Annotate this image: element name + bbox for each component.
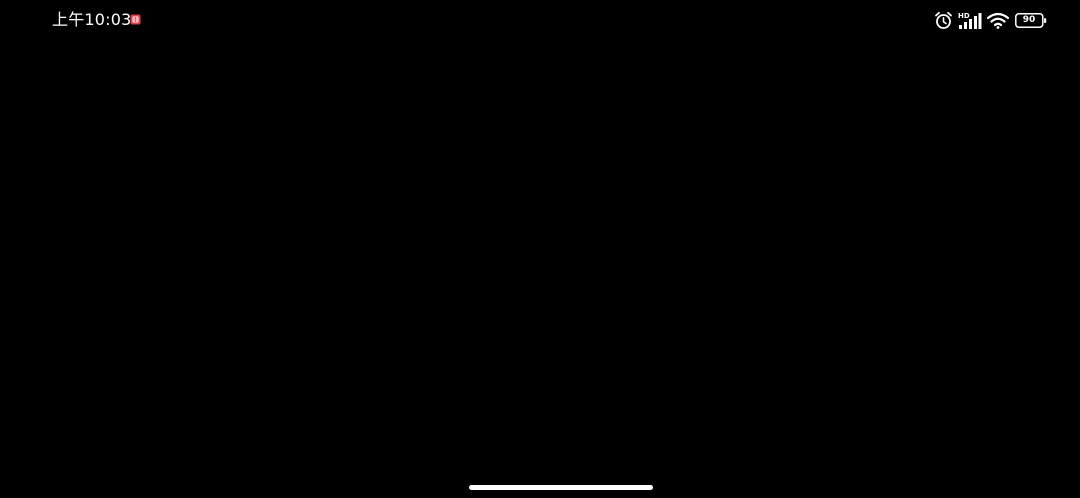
notification-app-icon: [130, 14, 141, 25]
wifi-icon: [987, 12, 1009, 29]
hd-signal-icon: HD: [958, 12, 982, 29]
home-indicator-bar[interactable]: [469, 485, 653, 490]
blank-content-area: [0, 40, 1080, 470]
status-time: 上午10:03: [52, 10, 132, 29]
battery-level: 90: [1022, 15, 1036, 25]
network-type-label: HD: [958, 12, 970, 20]
battery-icon: 90: [1015, 13, 1047, 28]
alarm-icon: [935, 11, 952, 29]
status-bar: 上午10:03 HD 90: [0, 0, 1080, 40]
